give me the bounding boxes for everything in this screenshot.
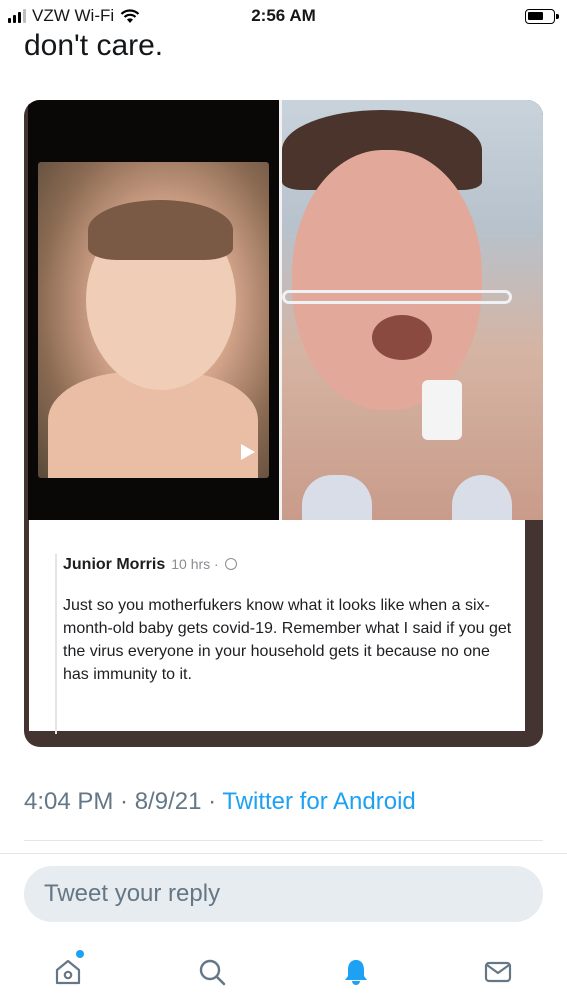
quote-rule [55,554,57,734]
post-time: 10 hrs · [171,556,237,572]
tab-notifications[interactable] [336,952,376,992]
divider [0,853,567,854]
baby-photo-after [282,100,543,520]
new-content-dot [76,950,84,958]
tab-messages[interactable] [478,952,518,992]
bottom-tab-bar [0,938,567,1008]
clock: 2:56 AM [251,6,316,25]
tweet-text: don't care. [24,29,164,62]
post-body: Just so you motherfukers know what it lo… [63,597,512,683]
bell-icon [345,960,367,985]
reply-box[interactable] [24,866,543,922]
search-icon [199,959,226,986]
tweet-media[interactable]: Junior Morris 10 hrs · Just so you mothe… [24,100,543,747]
baby-photo-before [28,100,279,520]
post-header: Junior Morris 10 hrs · [63,556,525,574]
tab-search[interactable] [192,952,232,992]
embedded-facebook-post: Junior Morris 10 hrs · Just so you mothe… [29,520,525,734]
tweet-source-link[interactable]: Twitter for Android [222,788,415,815]
battery-icon [525,9,559,24]
home-icon [55,959,81,985]
tweet-timestamp: 4:04 PM · 8/9/21 · Twitter for Android [24,788,416,816]
divider [24,840,543,841]
mail-icon [484,961,512,983]
reply-input[interactable] [24,866,543,922]
globe-icon [224,558,237,570]
play-icon [241,444,255,460]
timestamp-text: 4:04 PM · 8/9/21 · [24,788,223,815]
tab-home[interactable] [48,950,88,992]
post-author: Junior Morris [63,556,166,573]
